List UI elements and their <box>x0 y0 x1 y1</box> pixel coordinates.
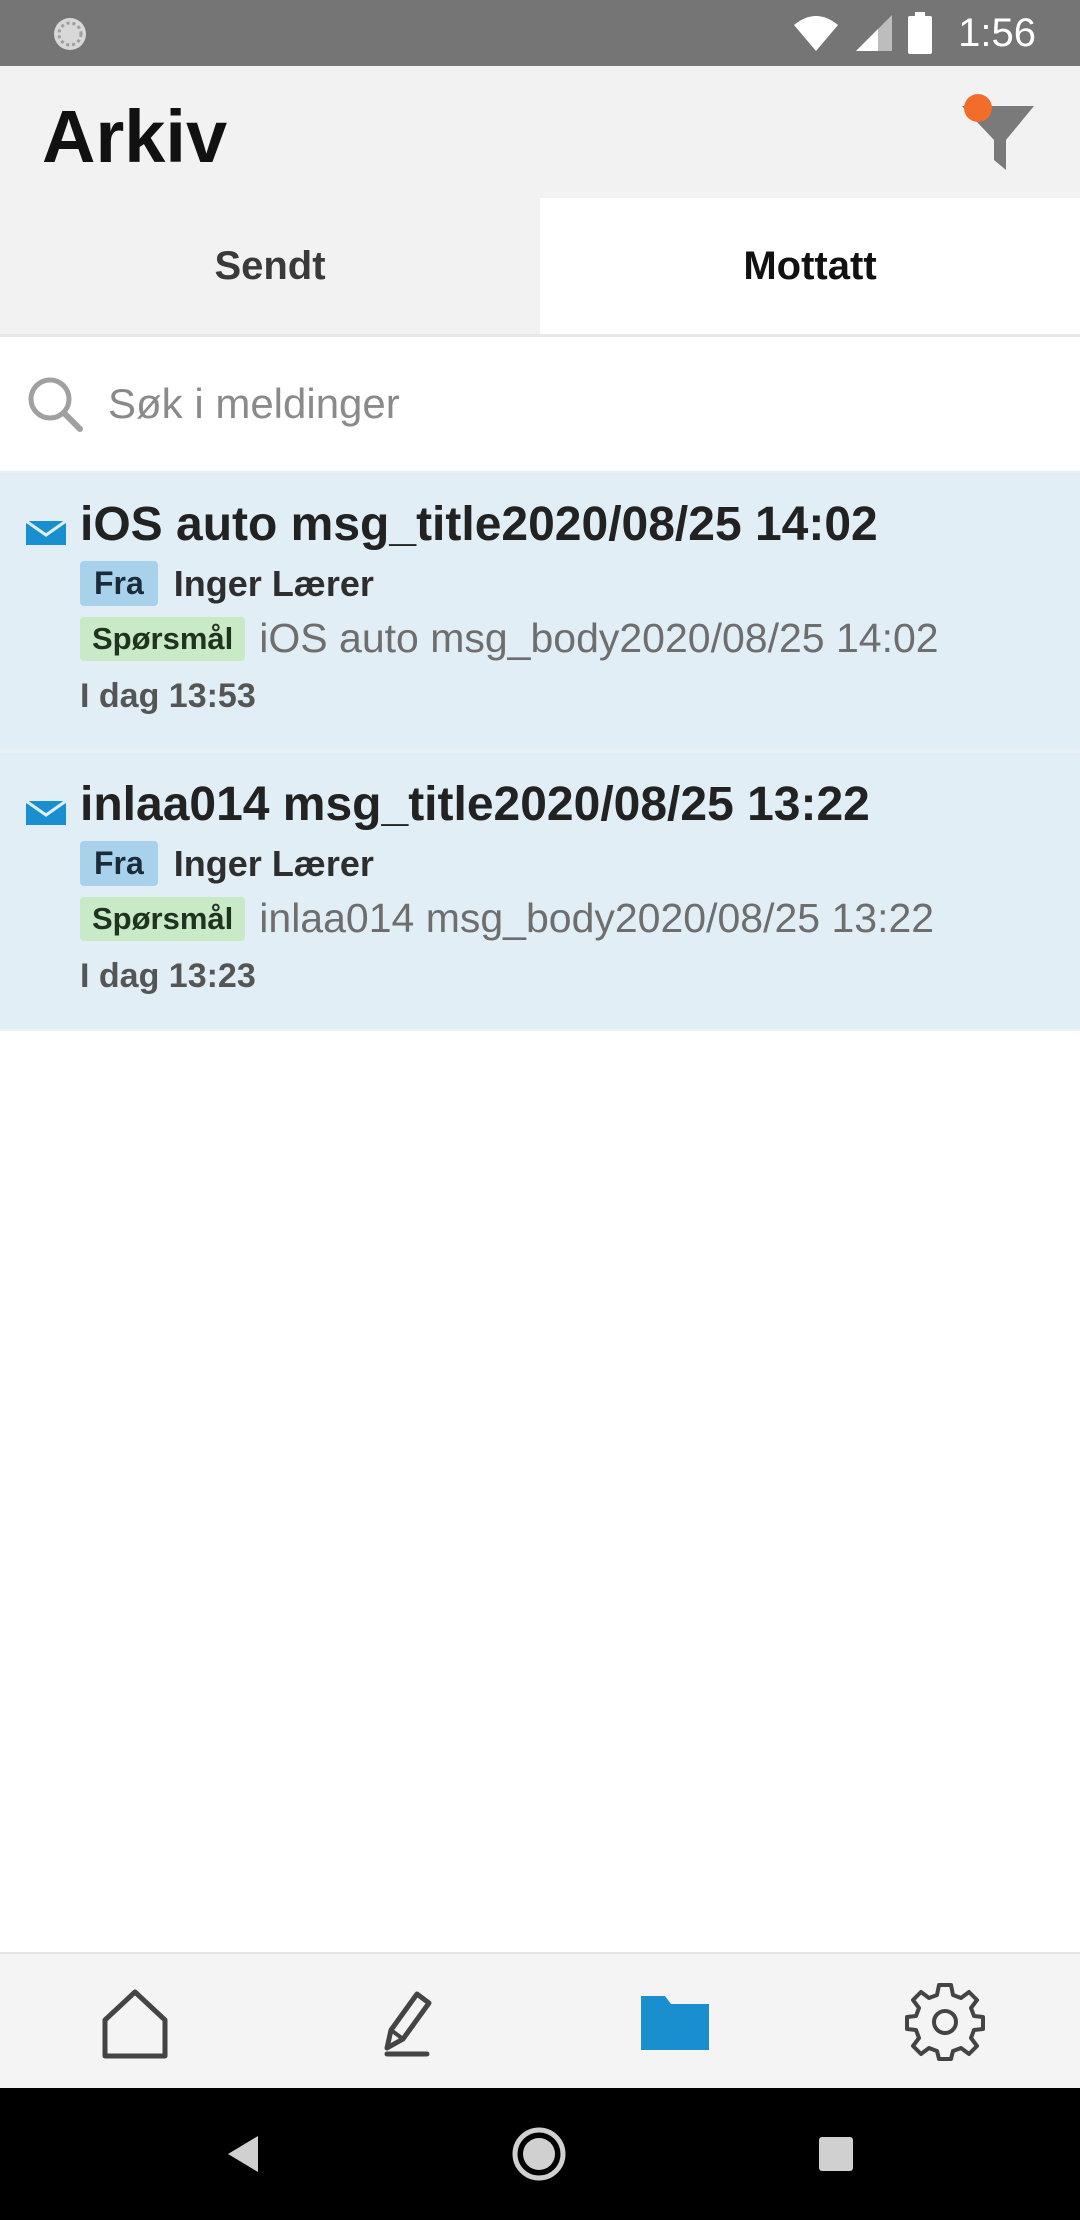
status-bar: 1:56 <box>0 0 1080 66</box>
tab-bar: Sendt Mottatt <box>0 198 1080 336</box>
message-sender-row: Fra Inger Lærer <box>80 561 374 606</box>
from-badge: Fra <box>80 561 158 606</box>
search-icon <box>28 377 83 432</box>
back-icon[interactable] <box>214 2124 274 2184</box>
nav-archive[interactable] <box>540 1954 810 2090</box>
filter-active-dot <box>964 94 992 122</box>
compose-icon <box>384 1991 432 2057</box>
sync-icon <box>54 18 86 50</box>
nav-settings[interactable] <box>810 1954 1080 2090</box>
tab-sendt[interactable]: Sendt <box>0 198 540 334</box>
message-preview: inlaa014 msg_body2020/08/25 13:22 <box>259 895 935 941</box>
message-item[interactable]: iOS auto msg_title2020/08/25 14:02 Fra I… <box>0 471 1080 751</box>
home-circle-icon[interactable] <box>509 2124 569 2184</box>
settings-icon <box>905 1983 985 2061</box>
message-body-row: Spørsmål iOS auto msg_body2020/08/25 14:… <box>80 615 939 662</box>
message-type-badge: Spørsmål <box>80 896 246 941</box>
message-title: inlaa014 msg_title2020/08/25 13:22 <box>80 778 870 831</box>
message-item[interactable]: inlaa014 msg_title2020/08/25 13:22 Fra I… <box>0 751 1080 1031</box>
page-title: Arkiv <box>42 95 228 178</box>
search-input[interactable] <box>108 367 1048 441</box>
message-title: iOS auto msg_title2020/08/25 14:02 <box>80 498 878 551</box>
message-time: I dag 13:23 <box>80 957 256 995</box>
filter-icon <box>962 106 1034 170</box>
recents-icon[interactable] <box>806 2124 866 2184</box>
message-sender-row: Fra Inger Lærer <box>80 841 374 886</box>
battery-icon <box>908 12 933 54</box>
unread-mail-icon <box>26 519 66 545</box>
header: Arkiv <box>0 66 1080 198</box>
message-type-badge: Spørsmål <box>80 616 246 661</box>
system-navigation-bar <box>0 2088 1080 2220</box>
status-indicators: 1:56 <box>792 0 1036 66</box>
home-icon <box>102 1989 168 2059</box>
message-sender: Inger Lærer <box>173 562 374 604</box>
unread-mail-icon <box>26 799 66 825</box>
wifi-icon <box>794 16 839 51</box>
signal-icon <box>856 15 893 51</box>
bottom-navigation <box>0 1952 1080 2088</box>
message-sender: Inger Lærer <box>173 842 374 884</box>
app-screen: 1:56 Arkiv Sendt Mottatt iO <box>0 0 1080 2220</box>
message-body-row: Spørsmål inlaa014 msg_body2020/08/25 13:… <box>80 895 934 942</box>
tab-mottatt[interactable]: Mottatt <box>540 198 1080 334</box>
folder-icon <box>641 1996 709 2050</box>
message-time: I dag 13:53 <box>80 677 256 715</box>
from-badge: Fra <box>80 841 158 886</box>
filter-button[interactable] <box>944 78 1044 178</box>
message-preview: iOS auto msg_body2020/08/25 14:02 <box>259 615 939 661</box>
nav-home[interactable] <box>0 1954 270 2090</box>
message-list: iOS auto msg_title2020/08/25 14:02 Fra I… <box>0 471 1080 1031</box>
nav-compose[interactable] <box>270 1954 540 2090</box>
status-time: 1:56 <box>958 10 1036 55</box>
search-bar <box>0 337 1080 471</box>
